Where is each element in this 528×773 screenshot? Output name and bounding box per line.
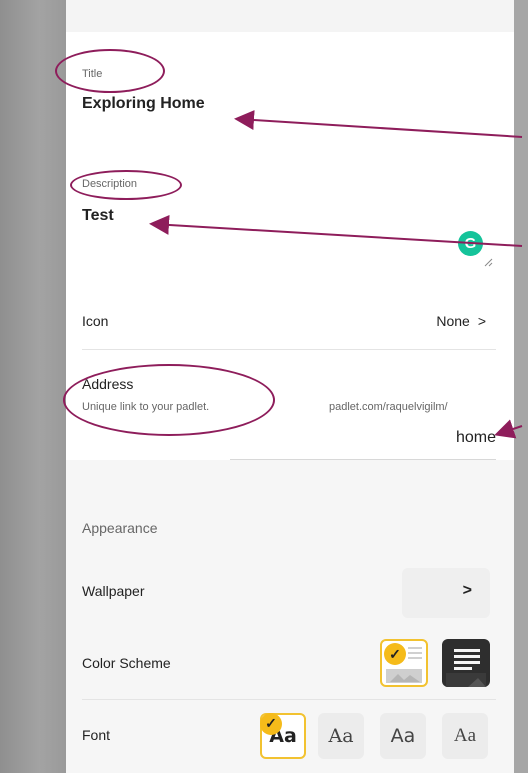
arrow-to-description <box>149 214 523 247</box>
annotation-arrows <box>149 110 523 439</box>
arrow-to-title <box>234 110 523 138</box>
arrow-to-address <box>494 419 523 439</box>
